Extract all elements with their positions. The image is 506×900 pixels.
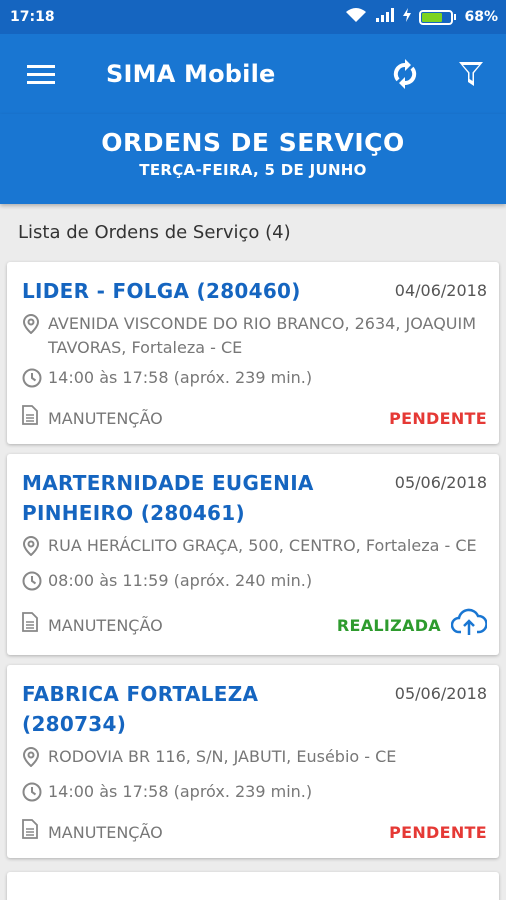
status-badge: REALIZADA [336,615,441,635]
order-address: RUA HERÁCLITO GRAÇA, 500, CENTRO, Fortal… [48,536,477,555]
filter-icon[interactable] [454,57,488,91]
status-icons: 68% [345,7,498,27]
page-title: ORDENS DE SERVIÇO [101,128,405,157]
status-bar: 17:18 68% [0,0,506,34]
sync-icon[interactable] [388,57,422,91]
document-icon [22,819,48,846]
order-time: 14:00 às 17:58 (apróx. 239 min.) [48,782,313,801]
app-title: SIMA Mobile [106,60,276,88]
order-time: 14:00 às 17:58 (apróx. 239 min.) [48,368,313,387]
charging-icon [403,8,412,26]
order-date: 05/06/2018 [394,684,487,703]
order-type: MANUTENÇÃO [48,615,163,635]
order-card[interactable]: FABRICA FORTALEZA (280734) 05/06/2018 RO… [7,665,499,858]
order-title: MARTERNIDADE EUGENIA PINHEIRO (280461) [22,471,314,525]
location-icon [22,745,48,774]
status-time: 17:18 [10,9,55,25]
order-title: LIDER - FOLGA (280460) [22,279,301,303]
status-badge: PENDENTE [389,408,487,428]
menu-icon[interactable] [24,57,58,91]
page-subtitle: TERÇA-FEIRA, 5 DE JUNHO [139,161,367,179]
signal-icon [375,7,395,27]
order-date: 04/06/2018 [394,281,487,300]
order-address: RODOVIA BR 116, S/N, JABUTI, Eusébio - C… [48,747,397,766]
order-card[interactable]: LIDER - FOLGA (280460) 04/06/2018 AVENID… [7,262,499,444]
order-card[interactable]: MARTERNIDADE EUGENIA PINHEIRO (280461) 0… [7,454,499,655]
status-badge: PENDENTE [389,822,487,842]
order-type: MANUTENÇÃO [48,408,163,428]
location-icon [22,312,48,341]
page-header: ORDENS DE SERVIÇO TERÇA-FEIRA, 5 DE JUNH… [0,114,506,204]
document-icon [22,612,48,639]
cloud-upload-icon[interactable] [450,608,488,643]
list-heading: Lista de Ordens de Serviço (4) [18,222,291,243]
order-date: 05/06/2018 [394,473,487,492]
app-bar: SIMA Mobile [0,34,506,114]
clock-icon [22,780,48,809]
order-title: FABRICA FORTALEZA (280734) [22,682,259,736]
wifi-icon [345,7,367,27]
battery-percent: 68% [464,9,498,25]
clock-icon [22,569,48,598]
clock-icon [22,366,48,395]
order-card-partial[interactable] [7,872,499,900]
document-icon [22,405,48,432]
order-time: 08:00 às 11:59 (apróx. 240 min.) [48,571,313,590]
order-type: MANUTENÇÃO [48,822,163,842]
battery-icon [419,9,457,25]
location-icon [22,534,48,563]
order-address: AVENIDA VISCONDE DO RIO BRANCO, 2634, JO… [48,314,477,357]
